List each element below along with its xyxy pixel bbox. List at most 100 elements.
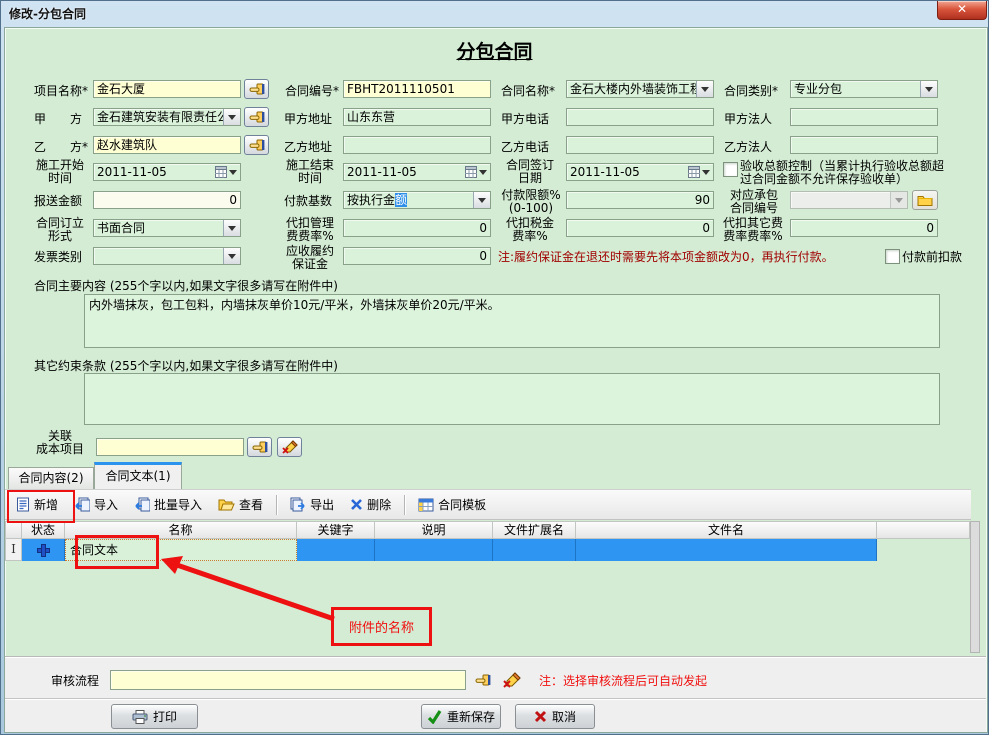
- sign-date-label: 合同签订 日期: [499, 159, 561, 185]
- other-fee-rate-field[interactable]: 0: [790, 219, 938, 237]
- export-icon: [290, 497, 306, 512]
- party-a-legal-label: 甲方法人: [724, 113, 772, 126]
- cancel-button[interactable]: 取消: [515, 704, 595, 729]
- payment-limit-field[interactable]: 90: [566, 191, 714, 209]
- view-button[interactable]: 查看: [211, 493, 270, 516]
- other-fee-rate-label: 代扣其它费 费率费率%: [720, 217, 786, 243]
- party-a-combo[interactable]: 金石建筑安装有限责任公司: [93, 108, 241, 126]
- other-terms-textarea[interactable]: [84, 373, 940, 425]
- row-description-cell[interactable]: [375, 539, 493, 561]
- new-document-icon: [16, 497, 30, 512]
- party-b-field[interactable]: 赵水建筑队: [93, 136, 241, 154]
- deposit-note: 注:履约保证金在退还时需要先将本项金额改为0，再执行付款。: [498, 251, 834, 264]
- delete-button[interactable]: 删除: [343, 493, 398, 516]
- tab-contract-text[interactable]: 合同文本(1): [94, 462, 182, 489]
- browse-contract-button[interactable]: [912, 190, 938, 210]
- contract-type-combo[interactable]: 专业分包: [790, 80, 938, 98]
- party-b-legal-field[interactable]: [790, 136, 938, 154]
- main-content-textarea[interactable]: 内外墙抹灰，包工包料，内墙抹灰单价10元/平米，外墙抹灰单价20元/平米。: [84, 294, 940, 348]
- row-filename-cell[interactable]: [576, 539, 877, 561]
- report-amount-field[interactable]: 0: [93, 191, 241, 209]
- pencil-delete-icon: [503, 672, 521, 688]
- export-button[interactable]: 导出: [283, 493, 341, 516]
- close-icon: ✕: [957, 2, 967, 16]
- start-time-date[interactable]: 2011-11-05: [93, 163, 241, 181]
- grid-header-empty: [877, 521, 970, 539]
- review-clear-button[interactable]: [501, 670, 523, 690]
- end-time-date[interactable]: 2011-11-05: [343, 163, 491, 181]
- payment-base-combo[interactable]: 按执行金额: [343, 191, 491, 209]
- toolbar-separator: [276, 495, 277, 515]
- party-a-phone-field[interactable]: [566, 108, 714, 126]
- party-b-phone-field[interactable]: [566, 136, 714, 154]
- related-cost-lookup-button[interactable]: [247, 437, 272, 457]
- establish-form-combo[interactable]: 书面合同: [93, 219, 241, 237]
- contract-no-label: 合同编号*: [285, 85, 339, 98]
- review-flow-field[interactable]: [110, 670, 466, 690]
- contract-no-field[interactable]: FBHT2011110501: [343, 80, 491, 98]
- grid-header-indicator: [5, 521, 22, 539]
- pre-pay-deduct-checkbox[interactable]: [885, 249, 900, 264]
- grid-header-filename[interactable]: 文件名: [576, 521, 877, 539]
- project-lookup-button[interactable]: [244, 79, 269, 99]
- batch-import-button[interactable]: 批量导入: [127, 493, 209, 516]
- grid-header-extension[interactable]: 文件扩展名: [493, 521, 576, 539]
- party-a-address-field[interactable]: 山东东营: [343, 108, 491, 126]
- party-b-address-field[interactable]: [343, 136, 491, 154]
- sign-date-date[interactable]: 2011-11-05: [566, 163, 714, 181]
- chevron-down-icon[interactable]: [223, 109, 240, 125]
- grid-header-status[interactable]: 状态: [22, 521, 65, 539]
- party-b-address-label: 乙方地址: [284, 141, 332, 154]
- acceptance-control-checkbox[interactable]: [723, 162, 738, 177]
- related-cost-clear-button[interactable]: [277, 437, 302, 457]
- chevron-down-icon[interactable]: [696, 81, 713, 97]
- party-a-legal-field[interactable]: [790, 108, 938, 126]
- grid-header-keyword[interactable]: 关键字: [297, 521, 375, 539]
- print-button[interactable]: 打印: [111, 704, 198, 729]
- party-b-lookup-button[interactable]: [244, 135, 269, 155]
- chevron-down-icon[interactable]: [473, 192, 490, 208]
- row-status-cell[interactable]: [22, 539, 65, 561]
- chevron-down-icon[interactable]: [223, 248, 240, 264]
- party-b-label: 乙 方*: [34, 141, 88, 154]
- template-button[interactable]: 合同模板: [411, 493, 493, 516]
- grid-header-name[interactable]: 名称: [65, 521, 297, 539]
- close-button[interactable]: ✕: [937, 1, 987, 20]
- row-keyword-cell[interactable]: [297, 539, 375, 561]
- project-name-field[interactable]: 金石大厦: [93, 80, 241, 98]
- chevron-down-icon[interactable]: [479, 170, 487, 179]
- corresponding-contract-combo[interactable]: [790, 191, 908, 209]
- contract-name-combo[interactable]: 金石大楼内外墙装饰工程: [566, 80, 714, 98]
- related-cost-field[interactable]: [96, 438, 244, 456]
- save-button[interactable]: 重新保存: [421, 704, 501, 729]
- chevron-down-icon[interactable]: [702, 170, 710, 179]
- chevron-down-icon[interactable]: [223, 220, 240, 236]
- grid-header-description[interactable]: 说明: [375, 521, 493, 539]
- deposit-label: 应收履约 保证金: [281, 245, 339, 271]
- window-title: 修改-分包合同: [9, 5, 86, 22]
- deposit-field[interactable]: 0: [343, 247, 491, 265]
- mgmt-fee-rate-field[interactable]: 0: [343, 219, 491, 237]
- party-a-lookup-button[interactable]: [244, 107, 269, 127]
- title-bar[interactable]: 修改-分包合同 ✕: [1, 1, 988, 27]
- party-a-label: 甲 方: [34, 113, 82, 126]
- main-content-label: 合同主要内容 (255个字以内,如果文字很多请写在附件中): [34, 280, 338, 293]
- chevron-down-icon: [890, 192, 907, 208]
- calendar-icon[interactable]: [465, 166, 477, 178]
- new-button[interactable]: 新增: [9, 493, 65, 516]
- tax-rate-field[interactable]: 0: [566, 219, 714, 237]
- open-folder-icon: [218, 498, 235, 511]
- contract-name-label: 合同名称*: [501, 85, 555, 98]
- chevron-down-icon[interactable]: [229, 170, 237, 179]
- tab-contract-content[interactable]: 合同内容(2): [8, 467, 94, 489]
- row-extension-cell[interactable]: [493, 539, 576, 561]
- review-lookup-button[interactable]: [472, 670, 494, 690]
- row-name-cell[interactable]: 合同文本: [65, 539, 297, 561]
- acceptance-control-label: 验收总额控制（当累计执行验收总额超过合同金额不允许保存验收单）: [740, 160, 946, 186]
- calendar-icon[interactable]: [215, 166, 227, 178]
- chevron-down-icon[interactable]: [920, 81, 937, 97]
- invoice-type-combo[interactable]: [93, 247, 241, 265]
- grid-scrollbar[interactable]: [970, 521, 980, 653]
- calendar-icon[interactable]: [688, 166, 700, 178]
- import-button[interactable]: 导入: [67, 493, 125, 516]
